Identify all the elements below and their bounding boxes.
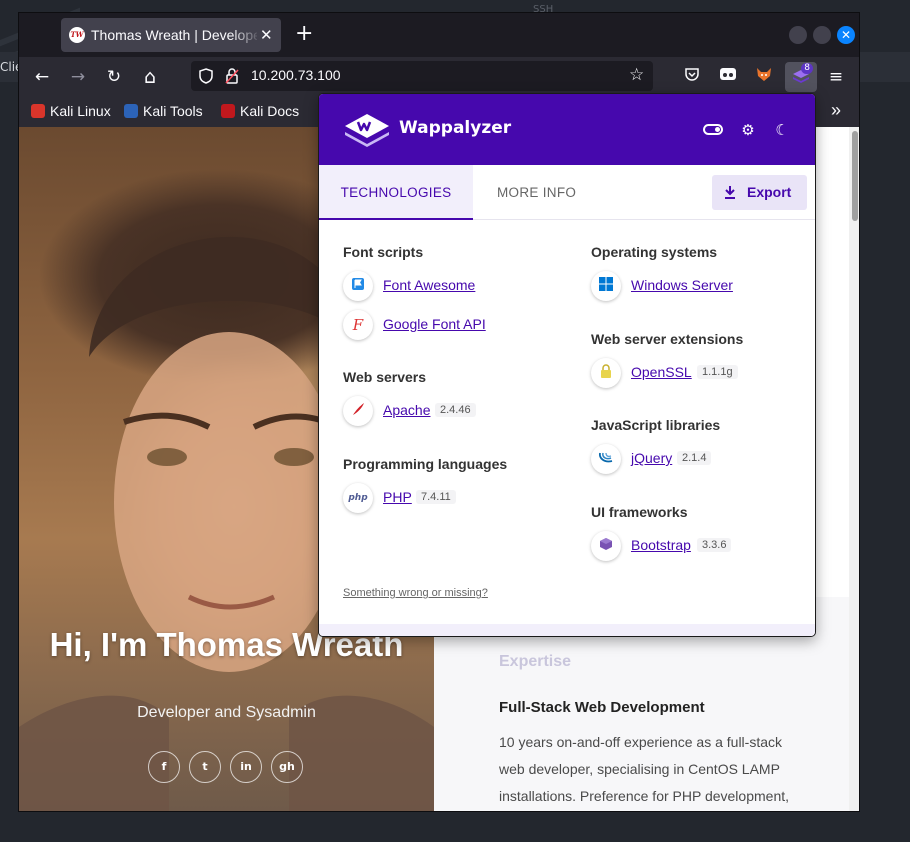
tech-name[interactable]: Apache: [383, 402, 430, 418]
tech-name[interactable]: Google Font API: [383, 316, 486, 332]
jquery-icon: [591, 444, 621, 474]
category-web-server-extensions: Web server extensions: [591, 331, 744, 347]
linkedin-icon[interactable]: in: [230, 751, 262, 783]
windows-icon: [591, 271, 621, 301]
extension-foxy-icon[interactable]: [753, 66, 775, 88]
tech-version: 2.1.4: [677, 451, 712, 465]
tech-version: 1.1.1g: [697, 365, 738, 379]
kali-linux-icon: [31, 104, 45, 118]
wappalyzer-tabs: TECHNOLOGIES MORE INFO Export: [319, 165, 815, 220]
extension-spy-icon[interactable]: [717, 66, 739, 88]
twitter-icon[interactable]: t: [189, 751, 221, 783]
tech-name[interactable]: Windows Server: [631, 277, 733, 293]
bookmark-kali-tools[interactable]: Kali Tools: [124, 103, 203, 119]
scrollbar-thumb[interactable]: [852, 131, 858, 221]
wappalyzer-popup: Wappalyzer ⚙ ☾ TECHNOLOGIES MORE INFO Ex…: [318, 93, 816, 637]
app-menu-icon[interactable]: ≡: [825, 66, 847, 88]
forward-icon[interactable]: →: [67, 66, 89, 88]
export-label: Export: [747, 184, 792, 200]
category-javascript-libraries: JavaScript libraries: [591, 417, 721, 433]
site-favicon-icon: TW: [69, 27, 85, 43]
navigation-toolbar: ← → ↻ ⌂ 10.200.73.100 ☆ 8 ≡: [19, 57, 859, 97]
shield-icon[interactable]: [199, 68, 213, 88]
php-icon: php: [343, 483, 373, 513]
feather-icon: [343, 396, 373, 426]
popup-bottom-band: [319, 624, 815, 636]
dark-mode-moon-icon[interactable]: ☾: [772, 120, 792, 140]
background-window-edge: [860, 52, 910, 82]
settings-gear-icon[interactable]: ⚙: [738, 120, 758, 140]
wappalyzer-count-badge: 8: [801, 63, 813, 74]
kali-docs-icon: [221, 104, 235, 118]
bookmark-star-icon[interactable]: ☆: [629, 65, 644, 85]
category-web-servers: Web servers: [343, 369, 427, 385]
page-scrollbar[interactable]: [849, 127, 859, 811]
new-tab-button[interactable]: +: [295, 23, 313, 45]
expertise-heading: Expertise: [499, 653, 572, 670]
bookmark-label: Kali Linux: [50, 103, 111, 119]
reload-icon[interactable]: ↻: [103, 66, 125, 88]
tech-name[interactable]: PHP: [383, 489, 412, 505]
wappalyzer-logo-icon: [343, 112, 391, 148]
wappalyzer-extension-button[interactable]: 8: [785, 62, 817, 92]
fullstack-title: Full-Stack Web Development: [499, 699, 705, 716]
browser-tab[interactable]: TW Thomas Wreath | Developer ✕: [61, 18, 281, 52]
download-icon: [724, 175, 736, 210]
fullstack-description: 10 years on-and-off experience as a full…: [499, 734, 790, 804]
export-button[interactable]: Export: [712, 175, 807, 210]
minimize-button[interactable]: [789, 26, 807, 44]
enable-toggle[interactable]: [703, 124, 723, 135]
github-icon[interactable]: gh: [271, 751, 303, 783]
bookmark-kali-linux[interactable]: Kali Linux: [31, 103, 111, 119]
tech-version: 7.4.11: [416, 490, 456, 504]
tech-name[interactable]: Font Awesome: [383, 277, 475, 293]
tech-name[interactable]: OpenSSL: [631, 364, 692, 380]
wappalyzer-header: Wappalyzer ⚙ ☾: [319, 94, 815, 165]
kali-tools-icon: [124, 104, 138, 118]
bookmark-label: Kali Tools: [143, 103, 203, 119]
bootstrap-icon: [591, 531, 621, 561]
hero-subtitle: Developer and Sysadmin: [137, 704, 316, 721]
tech-version: 2.4.46: [435, 403, 476, 417]
close-window-button[interactable]: ✕: [837, 26, 855, 44]
category-font-scripts: Font scripts: [343, 244, 424, 260]
category-programming-languages: Programming languages: [343, 456, 508, 472]
wappalyzer-title: Wappalyzer: [399, 118, 512, 138]
tab-more-info[interactable]: MORE INFO: [497, 165, 576, 220]
report-issue-link[interactable]: Something wrong or missing?: [343, 587, 488, 599]
bookmark-kali-docs[interactable]: Kali Docs: [221, 103, 299, 119]
tab-title-fade: [231, 22, 261, 48]
tech-name[interactable]: jQuery: [631, 450, 672, 466]
flag-icon: [343, 271, 373, 301]
pocket-icon[interactable]: [681, 66, 703, 88]
tech-version: 3.3.6: [697, 538, 732, 552]
category-operating-systems: Operating systems: [591, 244, 718, 260]
home-icon[interactable]: ⌂: [139, 66, 161, 88]
insecure-lock-icon[interactable]: [225, 68, 239, 88]
facebook-icon[interactable]: f: [148, 751, 180, 783]
url-text[interactable]: 10.200.73.100: [251, 67, 341, 83]
maximize-button[interactable]: [813, 26, 831, 44]
tab-technologies[interactable]: TECHNOLOGIES: [319, 165, 473, 220]
google-font-icon: F: [343, 310, 373, 340]
tab-strip: TW Thomas Wreath | Developer ✕ + ✕: [19, 13, 859, 57]
bookmarks-overflow-icon[interactable]: »: [831, 100, 841, 121]
category-ui-frameworks: UI frameworks: [591, 504, 688, 520]
bookmark-label: Kali Docs: [240, 103, 300, 119]
url-bar[interactable]: 10.200.73.100 ☆: [191, 61, 653, 91]
tab-close-icon[interactable]: ✕: [260, 26, 273, 44]
back-icon[interactable]: ←: [31, 66, 53, 88]
background-window-text: Clie: [0, 52, 18, 82]
tech-name[interactable]: Bootstrap: [631, 537, 691, 553]
lock-icon: [591, 358, 621, 388]
